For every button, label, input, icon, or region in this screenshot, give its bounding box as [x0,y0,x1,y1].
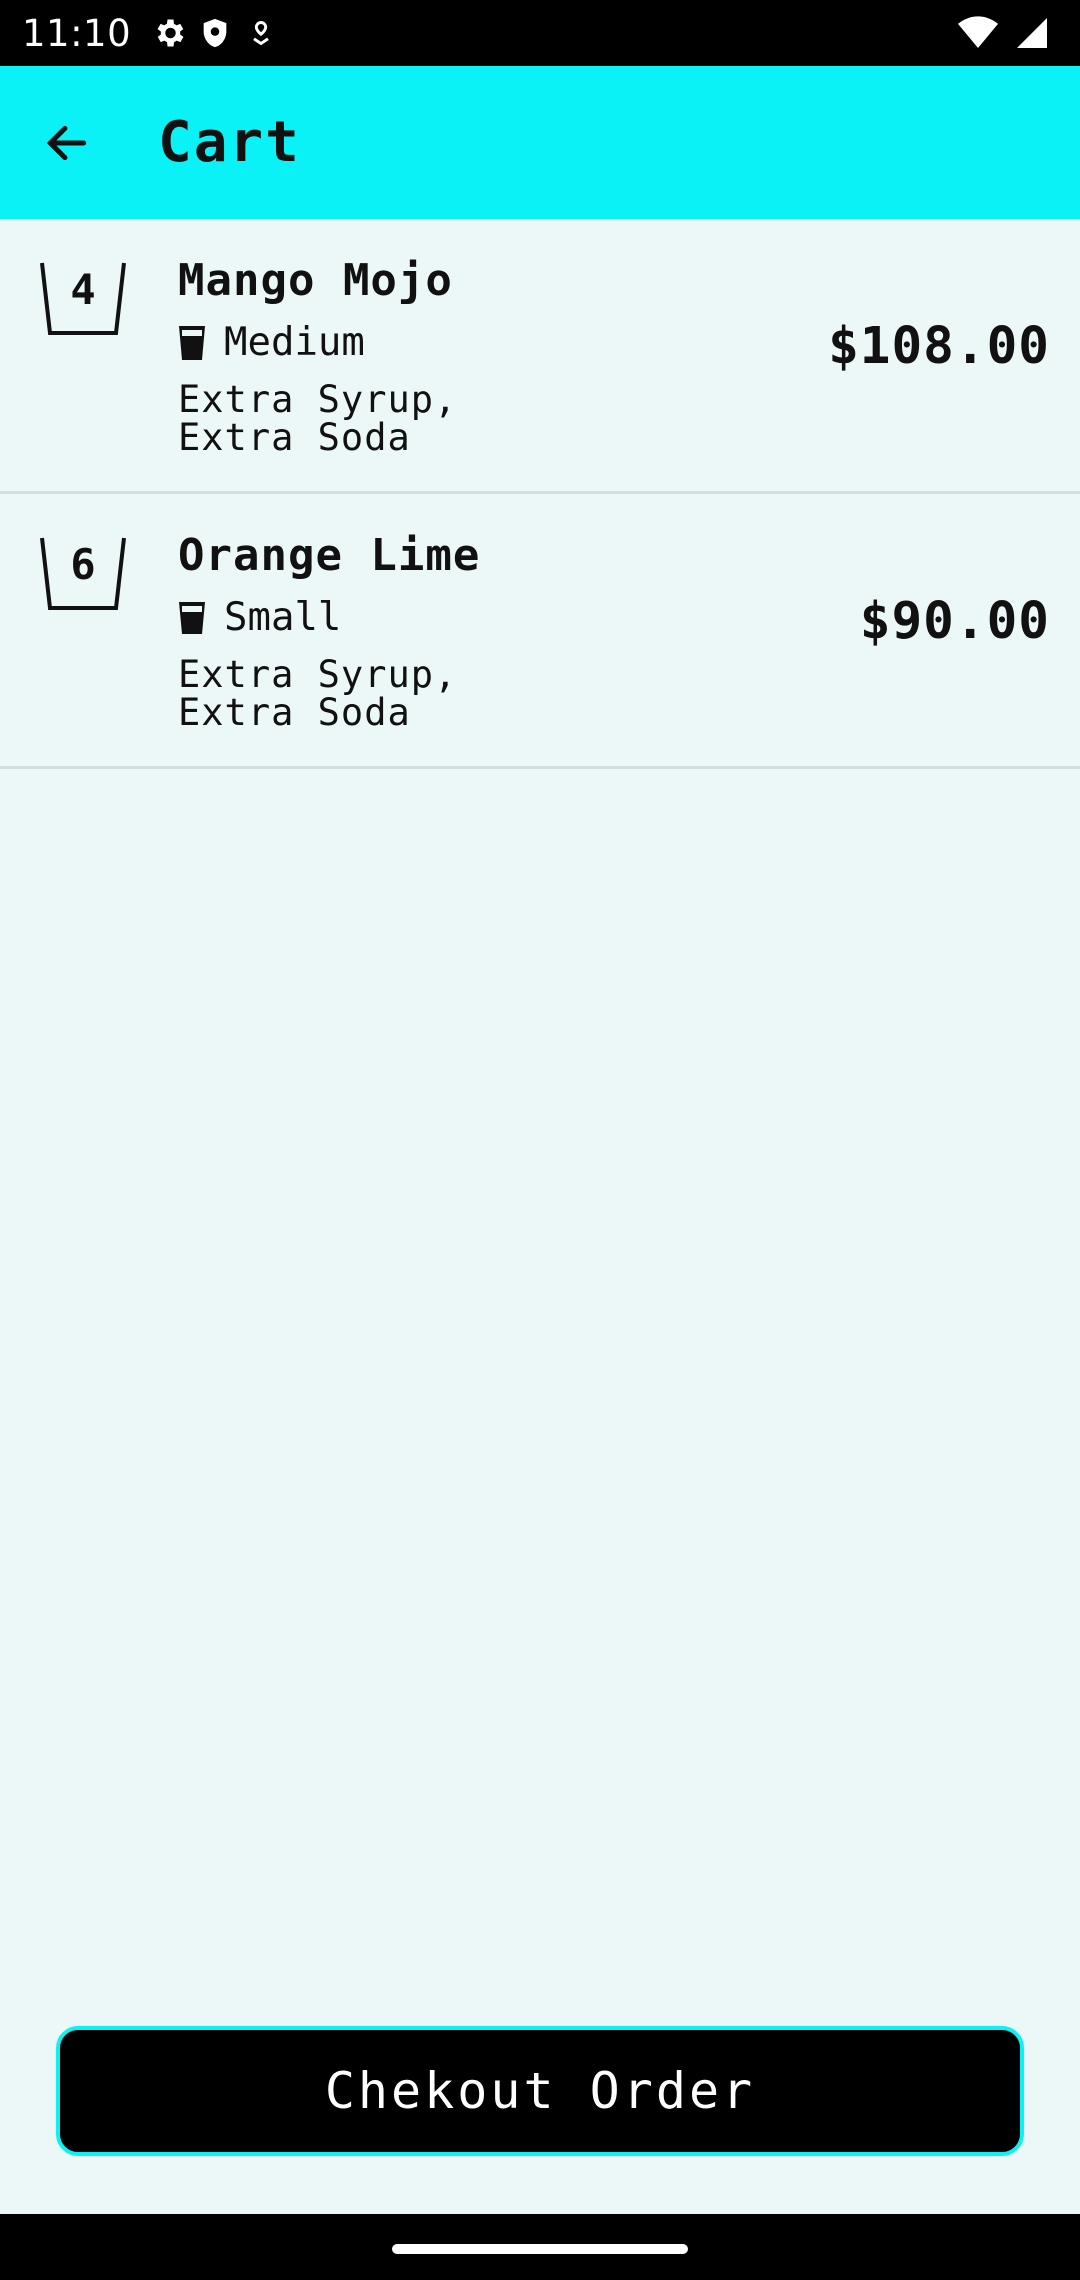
checkout-button-label: Chekout Order [324,2062,756,2120]
item-size: Medium [178,320,558,365]
wifi-icon [958,13,998,53]
cart-list: 4 Mango Mojo Medium Extra Syrup, Extra S… [0,219,1080,769]
status-time: 11:10 [22,11,132,55]
app-bar: Cart [0,66,1080,219]
system-nav-bar [0,2214,1080,2280]
item-size: Small [178,595,558,640]
quantity-cup-icon: 6 [38,536,128,616]
item-name: Orange Lime [178,530,481,581]
location-pin-icon [241,13,281,53]
signal-icon [1012,13,1052,53]
item-price: $108.00 [828,317,1050,376]
item-price: $90.00 [859,592,1050,651]
cup-small-icon [179,601,205,634]
item-info: Orange Lime Small Extra Syrup, Extra Sod… [178,530,558,732]
item-quantity: 4 [70,265,96,314]
item-info: Mango Mojo Medium Extra Syrup, Extra Sod… [178,255,558,457]
page-title: Cart [158,110,301,175]
quantity-cup-icon: 4 [38,261,128,341]
item-extras: Extra Syrup, Extra Soda [178,653,458,734]
cup-medium-icon [179,325,205,360]
checkout-button[interactable]: Chekout Order [56,2026,1024,2156]
item-quantity: 6 [70,540,96,589]
cart-item[interactable]: 4 Mango Mojo Medium Extra Syrup, Extra S… [0,219,1080,494]
item-size-label: Small [224,595,342,640]
item-name: Mango Mojo [178,255,453,306]
item-extras: Extra Syrup, Extra Soda [178,378,458,459]
back-button[interactable] [22,98,112,188]
status-bar: 11:10 [0,0,1080,66]
settings-gear-icon [149,13,189,53]
shield-icon [195,13,235,53]
item-size-label: Medium [224,320,365,365]
arrow-left-icon [46,125,87,160]
home-gesture-handle[interactable] [392,2244,688,2254]
cart-item[interactable]: 6 Orange Lime Small Extra Syrup, Extra S… [0,494,1080,769]
